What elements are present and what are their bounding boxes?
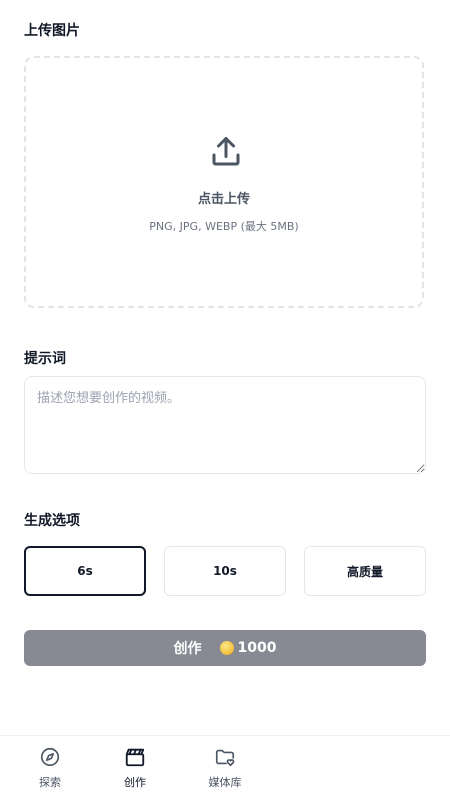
- upload-format-hint: PNG, JPG, WEBP (最大 5MB): [149, 220, 299, 233]
- option-10s[interactable]: 10s: [164, 546, 286, 596]
- bottom-nav: 探索 创作 媒体库: [0, 735, 450, 801]
- prompt-section-title: 提示词: [24, 351, 66, 367]
- create-button[interactable]: 创作 1000: [24, 630, 426, 666]
- nav-item-library[interactable]: 媒体库: [190, 746, 260, 790]
- image-upload-dropzone[interactable]: 点击上传 PNG, JPG, WEBP (最大 5MB): [24, 56, 424, 308]
- create-button-label: 创作: [173, 641, 202, 657]
- create-form: 上传图片 点击上传 PNG, JPG, WEBP (最大 5MB) 提示词 生成…: [24, 10, 428, 710]
- nav-label-library: 媒体库: [208, 776, 242, 789]
- upload-section-title: 上传图片: [24, 23, 80, 39]
- compass-icon: [40, 747, 60, 767]
- upload-icon: [212, 137, 240, 166]
- coin-icon: [219, 641, 234, 655]
- nav-item-create[interactable]: 创作: [100, 746, 170, 790]
- option-high-quality[interactable]: 高质量: [304, 546, 426, 596]
- nav-label-explore: 探索: [39, 776, 61, 789]
- upload-prompt-text: 点击上传: [197, 192, 250, 207]
- options-section-title: 生成选项: [24, 513, 80, 529]
- clapperboard-icon: [125, 748, 145, 767]
- nav-label-create: 创作: [124, 776, 146, 789]
- prompt-input[interactable]: [24, 376, 426, 474]
- create-cost: 1000: [237, 640, 277, 656]
- folder-heart-icon: [215, 749, 235, 767]
- option-6s[interactable]: 6s: [24, 546, 146, 596]
- nav-item-explore[interactable]: 探索: [15, 746, 85, 790]
